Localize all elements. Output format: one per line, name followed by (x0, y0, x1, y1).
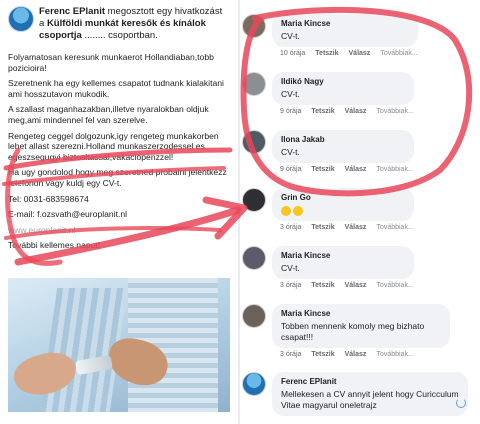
reply-link[interactable]: Válasz (345, 351, 367, 358)
more-link[interactable]: Továbbiak... (376, 224, 413, 231)
comment-text: CV-t. (281, 263, 300, 273)
loading-spinner-icon (456, 398, 466, 408)
commenter-name[interactable]: Maria Kincse (281, 251, 405, 261)
post-paragraph: Ha ugy gondolod hogy meg szeretned proba… (8, 167, 227, 188)
comment-bubble: Maria Kincse CV-t. (272, 14, 418, 47)
comment-time[interactable]: 3 órája (280, 224, 301, 231)
comment-emoji-row (281, 205, 405, 216)
comment-text: CV-t. (281, 89, 300, 99)
comment-bubble: Ildikó Nagy CV-t. (272, 72, 414, 105)
comment-actions: 3 órája Tetszik Válasz Továbbiak... (280, 224, 414, 231)
like-link[interactable]: Tetszik (311, 351, 334, 358)
comment-bubble: Grin Go (272, 188, 414, 221)
more-link[interactable]: Továbbiak... (376, 108, 413, 115)
post-paragraph: A szallast maganhazakban,illetve nyaralo… (8, 104, 209, 125)
comment-bubble: Maria Kincse Tobben mennenk komoly meg b… (272, 304, 450, 348)
author-avatar[interactable] (8, 6, 34, 32)
comment-time[interactable]: 9 órája (280, 166, 301, 173)
comment-item: Ilona Jakab CV-t. 9 órája Tetszik Válasz… (242, 130, 414, 173)
comment-text: Tobben mennenk komoly meg bizhato csapat… (281, 321, 425, 342)
more-link[interactable]: Továbbiak... (376, 166, 413, 173)
commenter-avatar[interactable] (242, 14, 266, 38)
commenter-avatar[interactable] (242, 130, 266, 154)
commenter-name[interactable]: Maria Kincse (281, 19, 409, 29)
commenter-name[interactable]: Grin Go (281, 193, 405, 203)
laughing-emoji-icon (281, 205, 291, 216)
comment-bubble: Ilona Jakab CV-t. (272, 130, 414, 163)
post-phone: Tel: 0031-683598674 (8, 193, 89, 204)
reply-link[interactable]: Válasz (345, 166, 367, 173)
comment-list: Maria Kincse CV-t. 10 órája Tetszik Vála… (240, 0, 480, 424)
commenter-avatar[interactable] (242, 246, 266, 270)
commenter-avatar[interactable] (242, 188, 266, 212)
commenter-avatar[interactable] (242, 72, 266, 96)
post-paragraph: Folyamatosan keresunk munkaerot Hollandi… (8, 52, 214, 73)
comment-bubble: Ferenc EPlanit Mellekesen a CV annyit je… (272, 372, 468, 416)
comment-time[interactable]: 3 órája (280, 351, 301, 358)
more-link[interactable]: Továbbiak... (376, 282, 413, 289)
comment-item: Grin Go 3 órája Tetszik Válasz Továbbiak… (242, 188, 414, 231)
comment-actions: 3 órája Tetszik Válasz Továbbiak... (280, 282, 414, 289)
like-link[interactable]: Tetszik (311, 224, 334, 231)
commenter-name[interactable]: Ildikó Nagy (281, 77, 405, 87)
post-email: E-mail: f.ozsvath@europlanit.nl (8, 209, 128, 220)
comment-actions: 10 órája Tetszik Válasz Továbbiak... (280, 50, 418, 57)
comment-time[interactable]: 9 órája (280, 108, 301, 115)
post-closing: További kellemes napot! (8, 240, 101, 251)
reply-link[interactable]: Válasz (345, 108, 367, 115)
comment-item: Maria Kincse CV-t. 10 órája Tetszik Vála… (242, 14, 418, 57)
laughing-emoji-icon (293, 205, 303, 216)
post-header: Ferenc EPlanit megosztott egy hivatkozás… (8, 6, 230, 42)
commenter-name[interactable]: Ferenc EPlanit (281, 377, 459, 387)
reply-link[interactable]: Válasz (345, 282, 367, 289)
commenter-name[interactable]: Maria Kincse (281, 309, 441, 319)
comment-text: CV-t. (281, 147, 300, 157)
more-link[interactable]: Továbbiak... (376, 351, 413, 358)
more-link[interactable]: Továbbiak... (380, 50, 417, 57)
comment-time[interactable]: 3 órája (280, 282, 301, 289)
comment-item: Maria Kincse CV-t. 3 órája Tetszik Válas… (242, 246, 414, 289)
comment-text: CV-t. (281, 31, 300, 41)
like-link[interactable]: Tetszik (311, 108, 334, 115)
comment-item: Ferenc EPlanit Mellekesen a CV annyit je… (242, 372, 468, 416)
reply-link[interactable]: Válasz (349, 50, 371, 57)
post-header-text: Ferenc EPlanit megosztott egy hivatkozás… (39, 6, 230, 42)
post-link-image[interactable] (8, 278, 230, 412)
comment-actions: 9 órája Tetszik Válasz Továbbiak... (280, 108, 414, 115)
commenter-avatar[interactable] (242, 372, 266, 396)
post-author-name[interactable]: Ferenc EPlanit (39, 6, 105, 17)
post-header-suffix: ........ csoportban. (84, 30, 158, 41)
post-paragraph: Szeretnenk ha egy kellemes csapatot tudn… (8, 78, 224, 99)
commenter-avatar[interactable] (242, 304, 266, 328)
comment-time[interactable]: 10 órája (280, 50, 305, 57)
like-link[interactable]: Tetszik (315, 50, 338, 57)
comment-item: Maria Kincse Tobben mennenk komoly meg b… (242, 304, 450, 358)
comment-text: Mellekesen a CV annyit jelent hogy Curic… (281, 389, 459, 410)
comment-item: Ildikó Nagy CV-t. 9 órája Tetszik Válasz… (242, 72, 414, 115)
post-website-link[interactable]: www.europlanit.nl (8, 225, 230, 236)
like-link[interactable]: Tetszik (311, 166, 334, 173)
post-paragraph: Rengeteg ceggel dolgozunk,igy rengeteg m… (8, 130, 219, 162)
commenter-name[interactable]: Ilona Jakab (281, 135, 405, 145)
shared-post: Ferenc EPlanit megosztott egy hivatkozás… (0, 0, 238, 424)
comment-actions: 9 órája Tetszik Válasz Továbbiak... (280, 166, 414, 173)
comment-bubble: Maria Kincse CV-t. (272, 246, 414, 279)
post-body: Folyamatosan keresunk munkaerot Hollandi… (8, 52, 230, 251)
comment-actions: 3 órája Tetszik Válasz Továbbiak... (280, 351, 450, 358)
reply-link[interactable]: Válasz (345, 224, 367, 231)
like-link[interactable]: Tetszik (311, 282, 334, 289)
